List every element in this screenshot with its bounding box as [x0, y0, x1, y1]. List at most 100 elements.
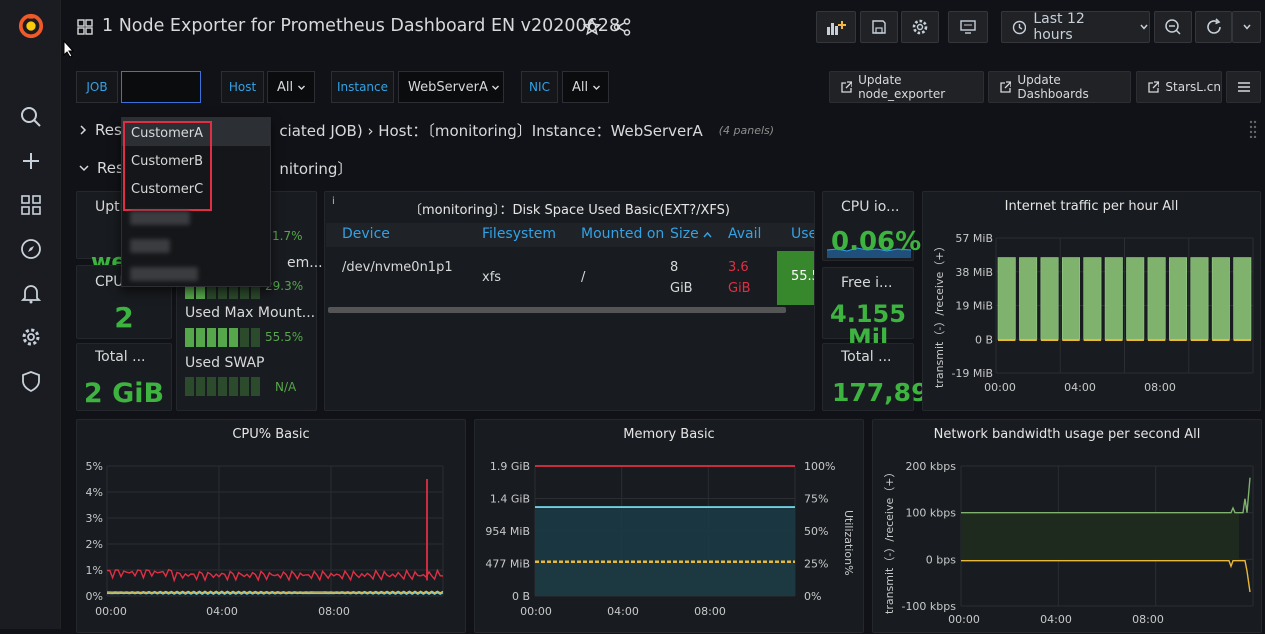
cpu-ytick: 1%	[86, 564, 103, 577]
blurred-option[interactable]	[130, 239, 170, 253]
cpu-ytick: 4%	[86, 486, 103, 499]
traffic-bar	[998, 339, 1016, 342]
memory-y2label: Utilization%	[842, 510, 855, 576]
column-header-device[interactable]: Device	[342, 226, 390, 242]
blurred-option[interactable]	[130, 211, 190, 225]
dashboards-icon[interactable]	[18, 192, 44, 218]
dashboard-title[interactable]: 1 Node Exporter for Prometheus Dashboard…	[102, 16, 620, 36]
gauge3-bar	[185, 328, 262, 351]
network-bandwidth-chart[interactable]: transmit（-）/receive（+） 200 kbps 100 kbps 0…	[873, 420, 1263, 634]
dropdown-option-customer-c[interactable]: CustomerC	[124, 176, 264, 204]
blurred-option[interactable]	[130, 267, 198, 281]
traffic-bar	[1083, 339, 1102, 342]
nic-variable-label: NIC	[521, 71, 558, 103]
internet-traffic-xtick: 04:00	[1064, 381, 1096, 394]
star-favorite-icon[interactable]	[583, 18, 601, 36]
memory-y2tick: 50%	[804, 525, 828, 538]
job-variable-input[interactable]	[121, 71, 201, 103]
internet-traffic-ytick: -19 MiB	[951, 367, 993, 380]
add-panel-icon	[827, 21, 846, 35]
starsl-link[interactable]: StarsL.cn	[1136, 71, 1222, 103]
column-header-size[interactable]: Size	[670, 226, 699, 242]
memory-ytick: 1.9 GiB	[490, 460, 530, 473]
save-dashboard-button[interactable]	[860, 11, 898, 43]
configuration-gear-icon[interactable]	[18, 324, 44, 350]
memory-ytick: 0 B	[512, 590, 530, 603]
memory-ytick: 1.4 GiB	[490, 493, 530, 506]
instance-variable-select[interactable]: WebServerA	[398, 71, 504, 103]
time-range-label: Last 12 hours	[1033, 11, 1085, 43]
nic-variable-select[interactable]: All	[562, 71, 609, 103]
sidebar	[0, 0, 61, 629]
hamburger-menu-icon	[1237, 82, 1250, 92]
internet-traffic-ylabel: transmit（-）/receive（+）	[933, 241, 946, 388]
traffic-bar	[1062, 339, 1080, 342]
add-panel-button[interactable]	[816, 11, 856, 43]
sort-ascending-icon	[703, 232, 712, 238]
column-header-used[interactable]: Used	[791, 226, 814, 242]
total-files-stat-panel: Total ... 177,892	[822, 343, 946, 411]
grafana-logo-icon[interactable]	[18, 13, 44, 39]
traffic-bar	[1233, 257, 1252, 340]
internet-traffic-panel: Internet traffic per hour All transmit（-…	[922, 191, 1261, 411]
dashboard-settings-button[interactable]	[901, 11, 939, 43]
dashboard-grid-icon	[77, 19, 93, 35]
server-admin-shield-icon[interactable]	[18, 368, 44, 394]
column-header-avail[interactable]: Avail	[728, 226, 761, 242]
cell-mounted: /	[581, 270, 586, 285]
cpu-iowait-value: 0.06%	[831, 227, 922, 257]
dropdown-option-customer-b[interactable]: CustomerB	[124, 148, 264, 176]
traffic-bar	[1211, 257, 1230, 340]
memory-xtick: 00:00	[520, 605, 552, 618]
gauge3-value: 55.5%	[265, 330, 304, 344]
monitor-icon	[960, 20, 976, 34]
search-icon[interactable]	[18, 104, 44, 130]
time-range-picker[interactable]: Last 12 hours	[1001, 11, 1150, 43]
cell-device: /dev/nvme0n1p1	[342, 260, 453, 275]
traffic-bar	[1019, 339, 1037, 342]
refresh-button[interactable]	[1195, 11, 1232, 43]
column-header-filesystem[interactable]: Filesystem	[482, 226, 556, 242]
memory-y2tick: 0%	[804, 590, 821, 603]
traffic-bar	[1233, 339, 1251, 342]
dropdown-options: CustomerA CustomerB CustomerC	[124, 120, 264, 204]
network-receive-area	[961, 512, 1239, 560]
dropdown-option-customer-a[interactable]: CustomerA	[124, 120, 264, 148]
disk-space-table-panel: i 〔monitoring〕：Disk Space Used Basic(EXT…	[324, 191, 815, 411]
traffic-bar	[1147, 339, 1166, 342]
plus-icon[interactable]	[18, 148, 44, 174]
row-drag-handle-icon[interactable]	[1249, 120, 1257, 142]
refresh-interval-dropdown[interactable]	[1232, 11, 1261, 43]
traffic-bar	[1212, 339, 1230, 342]
network-transmit-line	[961, 560, 1251, 593]
gauge2-label: em...	[287, 255, 323, 271]
update-dashboards-link[interactable]: Update Dashboards	[988, 71, 1131, 103]
gear-icon	[912, 19, 928, 35]
chevron-down-icon	[79, 165, 89, 172]
links-menu-button[interactable]	[1226, 71, 1261, 103]
alerting-bell-icon[interactable]	[18, 280, 44, 306]
cpu-iowait-title: CPU io...	[841, 199, 900, 215]
cycle-view-mode-button[interactable]	[948, 11, 988, 43]
internet-traffic-chart[interactable]: transmit（-）/receive（+） 57 MiB 38 MiB 19 Mi…	[923, 192, 1262, 412]
traffic-bar	[1169, 257, 1188, 340]
uptime-title: Upti	[95, 199, 124, 215]
host-variable-value: All	[277, 79, 294, 95]
share-icon[interactable]	[613, 18, 631, 36]
traffic-bar	[1126, 257, 1145, 340]
free-inodes-stat-panel: Free i... 4.155 Mil	[822, 267, 914, 350]
table-horizontal-scrollbar[interactable]	[328, 307, 786, 313]
memory-y2tick: 25%	[804, 558, 828, 571]
host-variable-select[interactable]: All	[267, 71, 315, 103]
refresh-icon	[1206, 18, 1221, 34]
explore-compass-icon[interactable]	[18, 236, 44, 262]
update-node-exporter-label: Update node_exporter	[858, 73, 946, 101]
cpu-basic-chart[interactable]: 5% 4% 3% 2% 1% 0% 00:00 04:00 08:00	[77, 420, 467, 634]
zoom-out-button[interactable]	[1154, 11, 1192, 43]
nic-variable-value: All	[572, 79, 589, 95]
memory-basic-chart[interactable]: Utilization% 1.9 GiB 1.4 GiB 954 MiB 477 Mi…	[475, 420, 865, 634]
network-xtick: 08:00	[1132, 613, 1164, 626]
update-node-exporter-link[interactable]: Update node_exporter	[829, 71, 984, 103]
row2-title: nitoring〕	[279, 159, 353, 178]
column-header-mounted-on[interactable]: Mounted on	[581, 226, 664, 242]
